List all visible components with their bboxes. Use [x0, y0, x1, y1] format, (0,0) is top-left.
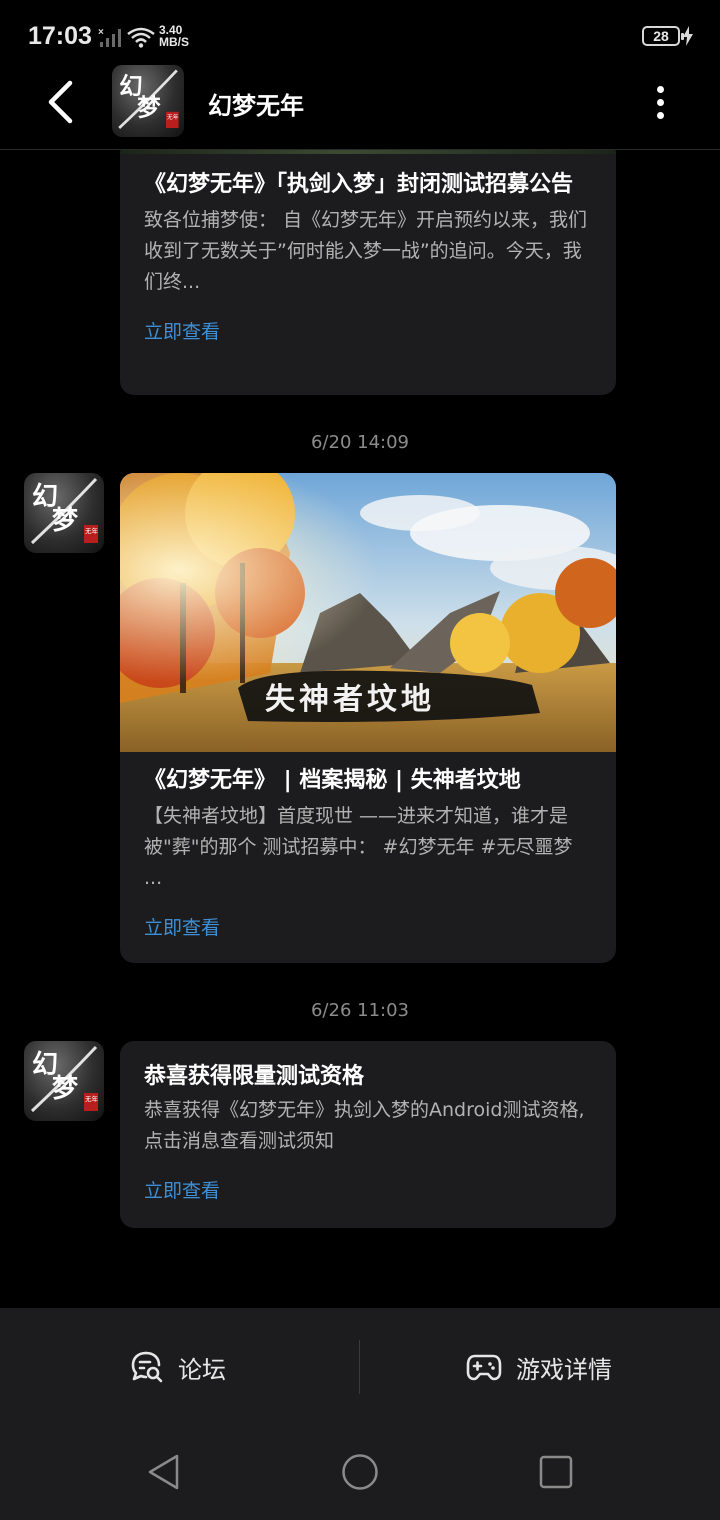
logo-seal: 无年: [85, 526, 99, 535]
logo-seal: 无年: [167, 113, 179, 121]
chat-search-icon: [131, 1351, 163, 1383]
more-button[interactable]: [640, 76, 680, 128]
more-dot: [656, 85, 664, 93]
logo-seal: 无年: [85, 1094, 99, 1103]
nav-recent-icon[interactable]: [536, 1452, 576, 1492]
screen: 17:03 × 3.40 MB/S 28 幻 梦 无年 幻梦无年 《幻梦无年》「…: [0, 0, 720, 1520]
view-now-link[interactable]: 立即查看: [144, 317, 220, 344]
back-arrow-icon: [48, 80, 73, 124]
charging-icon: [683, 26, 693, 46]
forum-button[interactable]: 论坛: [130, 1344, 226, 1390]
battery-icon: 28: [642, 26, 684, 46]
nav-back-icon[interactable]: [144, 1452, 184, 1492]
battery-level: 28: [653, 28, 669, 44]
signal-icon: ×: [98, 27, 121, 47]
more-dot: [656, 98, 664, 106]
back-button[interactable]: [36, 76, 84, 128]
logo-char-2: 梦: [52, 506, 79, 536]
net-speed-unit: MB/S: [159, 35, 189, 49]
view-now-link[interactable]: 立即查看: [144, 1176, 220, 1203]
header: 幻 梦 无年 幻梦无年: [0, 56, 720, 150]
message-desc: 【失神者坟地】首度现世 ——进来才知道，谁才是被"葬"的那个 测试招募中： #幻…: [144, 805, 573, 889]
banner-caption: 失神者坟地: [265, 682, 435, 717]
sender-avatar[interactable]: 幻 梦 无年: [24, 473, 104, 553]
message-timestamp: 6/26 11:03: [310, 1000, 409, 1021]
view-now-link[interactable]: 立即查看: [144, 913, 220, 940]
game-logo-art: 幻 梦 无年: [30, 1045, 99, 1113]
game-logo[interactable]: 幻 梦 无年: [112, 65, 184, 137]
gamepad-icon: [466, 1354, 502, 1381]
page-title: 幻梦无年: [208, 92, 304, 120]
message-title: 《幻梦无年》「执剑入梦」封闭测试招募公告: [144, 172, 574, 197]
status-time: 17:03: [28, 22, 92, 50]
net-speed: 3.40 MB/S: [159, 24, 189, 48]
banner-art: 失神者坟地: [120, 473, 616, 752]
message-card[interactable]: 失神者坟地 《幻梦无年》 | 档案揭秘 | 失神者坟地 【失神者坟地】首度现世 …: [120, 473, 616, 963]
game-details-button[interactable]: 游戏详情: [466, 1344, 612, 1390]
nav-home-icon[interactable]: [340, 1452, 380, 1492]
bottom-bar-divider: [359, 1340, 360, 1394]
forum-label: 论坛: [178, 1355, 226, 1384]
logo-char-2: 梦: [52, 1074, 79, 1104]
game-logo-art: 幻 梦 无年: [118, 69, 179, 129]
wifi-icon: [127, 27, 155, 48]
message-card[interactable]: 恭喜获得限量测试资格 恭喜获得《幻梦无年》执剑入梦的Android测试资格,点击…: [120, 1041, 616, 1228]
message-desc: 恭喜获得《幻梦无年》执剑入梦的Android测试资格,点击消息查看测试须知: [144, 1099, 585, 1152]
message-title: 恭喜获得限量测试资格: [144, 1064, 365, 1089]
game-logo-art: 幻 梦 无年: [30, 477, 99, 545]
message-desc: 致各位捕梦使： 自《幻梦无年》开启预约以来，我们收到了无数关于”何时能入梦一战”…: [144, 209, 588, 293]
logo-char-2: 梦: [137, 93, 161, 121]
more-dot: [656, 111, 664, 119]
message-card[interactable]: 《幻梦无年》「执剑入梦」封闭测试招募公告 致各位捕梦使： 自《幻梦无年》开启预约…: [120, 140, 616, 395]
sender-avatar[interactable]: 幻 梦 无年: [24, 1041, 104, 1121]
game-details-label: 游戏详情: [516, 1355, 612, 1384]
message-title: 《幻梦无年》 | 档案揭秘 | 失神者坟地: [144, 768, 521, 793]
message-banner-image: 失神者坟地: [120, 473, 616, 752]
message-timestamp: 6/20 14:09: [310, 432, 409, 453]
svg-text:×: ×: [98, 27, 104, 38]
